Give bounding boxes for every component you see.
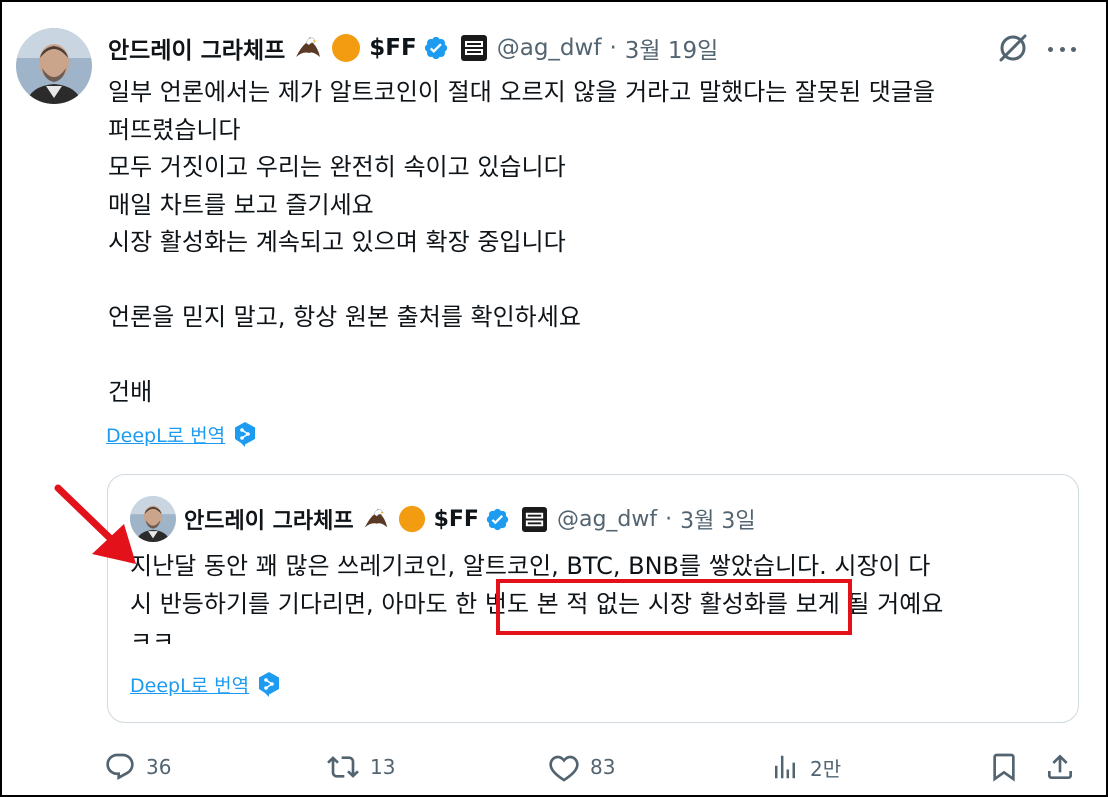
repost-icon bbox=[327, 756, 359, 778]
red-arrow-icon bbox=[54, 484, 136, 564]
tweet-line: 모두 거짓이고 우리는 완전히 속이고 있습니다 bbox=[108, 153, 566, 181]
eagle-emoji-icon bbox=[293, 33, 323, 63]
like-button[interactable]: 83 bbox=[548, 745, 615, 789]
separator-dot: · bbox=[665, 506, 673, 532]
orange-circle-icon bbox=[398, 505, 426, 533]
repost-count: 13 bbox=[370, 755, 396, 779]
author-handle[interactable]: @ag_dwf bbox=[497, 35, 602, 61]
deepl-logo-icon bbox=[257, 671, 281, 697]
tweet-line: 퍼뜨렸습니다 bbox=[108, 115, 241, 144]
tweet-line: 건배 bbox=[108, 378, 153, 406]
quoted-author-ticker: $FF bbox=[433, 506, 479, 532]
quoted-author-display-name: 안드레이 그라체프 bbox=[184, 509, 354, 534]
verified-badge-icon bbox=[485, 507, 510, 532]
repost-button[interactable]: 13 bbox=[326, 745, 395, 789]
separator-dot: · bbox=[609, 35, 617, 61]
reply-icon bbox=[106, 753, 134, 780]
views-icon bbox=[775, 755, 795, 779]
more-icon[interactable] bbox=[1045, 34, 1079, 64]
views-button[interactable]: 2만 bbox=[770, 745, 841, 789]
tweet-line: 매일 차트를 보고 즐기세요 bbox=[108, 190, 374, 219]
like-count: 83 bbox=[590, 755, 616, 779]
author-display-name[interactable]: 안드레이 그라체프 bbox=[108, 31, 285, 65]
share-button[interactable] bbox=[1044, 745, 1076, 789]
reply-button[interactable]: 36 bbox=[104, 745, 171, 789]
tweet-header: 안드레이 그라체프 $FF @ag_dwf · 3월 19일 bbox=[108, 28, 718, 68]
dwf-labs-affiliate-icon[interactable] bbox=[460, 35, 487, 61]
quoted-author-handle: @ag_dwf bbox=[556, 506, 658, 532]
bookmark-button[interactable] bbox=[988, 745, 1020, 789]
quoted-tweet-date: 3월 3일 bbox=[680, 509, 756, 534]
tweet-date[interactable]: 3월 19일 bbox=[625, 31, 719, 65]
quoted-tweet-header: 안드레이 그라체프 $FF @ag_dwf · 3월 3일 bbox=[184, 499, 756, 539]
reply-count: 36 bbox=[146, 755, 172, 779]
bookmark-icon bbox=[993, 753, 1015, 782]
avatar[interactable] bbox=[16, 28, 92, 104]
heart-icon bbox=[549, 755, 579, 782]
orange-circle-icon bbox=[331, 33, 361, 63]
quoted-translate-link[interactable]: DeepL로 번역 bbox=[130, 671, 249, 698]
translate-link-row: DeepL로 번역 bbox=[106, 420, 257, 448]
red-highlight-box bbox=[496, 579, 852, 635]
verified-badge-icon[interactable] bbox=[423, 35, 449, 61]
translate-link[interactable]: DeepL로 번역 bbox=[106, 421, 225, 448]
dwf-labs-affiliate-icon bbox=[521, 506, 547, 532]
views-count: 2만 bbox=[810, 756, 842, 781]
grok-icon[interactable] bbox=[995, 30, 1031, 66]
tweet-text: 일부 언론에서는 제가 알트코인이 절대 오르지 않을 거라고 말했다는 잘못된… bbox=[108, 74, 1068, 412]
deepl-logo-icon bbox=[233, 421, 257, 447]
eagle-emoji-icon bbox=[362, 505, 390, 533]
author-ticker: $FF bbox=[369, 35, 417, 61]
share-icon bbox=[1048, 754, 1072, 779]
quoted-translate-link-row: DeepL로 번역 bbox=[130, 670, 281, 698]
tweet-line: 일부 언론에서는 제가 알트코인이 절대 오르지 않을 거라고 말했다는 잘못된… bbox=[108, 78, 936, 106]
tweet-line: 시장 활성화는 계속되고 있으며 확장 중입니다 bbox=[108, 228, 566, 256]
tweet-line: 언론을 믿지 말고, 항상 원본 출처를 확인하세요 bbox=[108, 303, 581, 331]
action-bar: 36 13 83 2만 bbox=[104, 745, 1084, 789]
